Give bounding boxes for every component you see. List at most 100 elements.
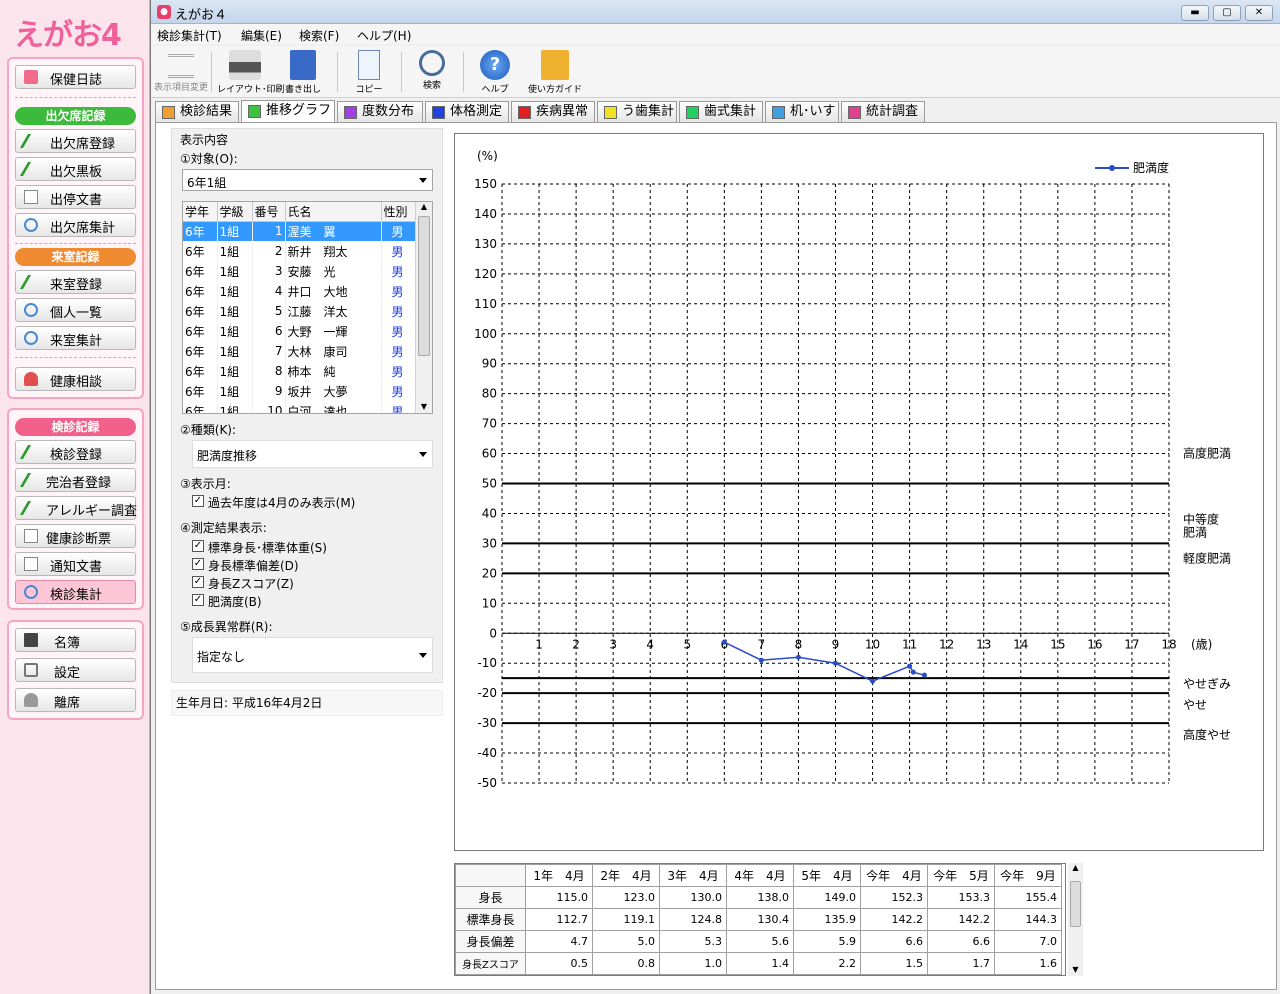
scroll-up-icon[interactable]: ▲: [1068, 863, 1083, 875]
student-row[interactable]: 6年 1組 6 大野 一輝男: [183, 321, 416, 341]
tab-physique[interactable]: 体格測定: [425, 101, 509, 123]
chevron-down-icon: [419, 452, 427, 457]
legend-marker: [1109, 165, 1115, 171]
scroll-down-icon[interactable]: ▼: [1068, 965, 1083, 974]
student-row[interactable]: 6年 1組 3 安藤 光男: [183, 261, 416, 281]
health-consult-button[interactable]: 健康相談: [15, 367, 136, 391]
visit-register-button[interactable]: 来室登録: [15, 270, 136, 294]
tab-desk-chair[interactable]: 机･いす: [765, 101, 839, 123]
list-scrollbar[interactable]: ▲ ▼: [415, 202, 432, 413]
allergy-survey-button[interactable]: アレルギー調査: [15, 496, 137, 520]
growth-select[interactable]: 指定なし: [192, 637, 433, 673]
help-button[interactable]: ? ヘルプ: [467, 50, 523, 96]
grade-cell: 6年: [183, 281, 218, 301]
magnifier-icon: [24, 331, 38, 345]
health-diary-button[interactable]: 保健日誌: [15, 65, 136, 89]
visit-summary-button[interactable]: 来室集計: [15, 326, 136, 350]
student-row[interactable]: 6年 1組 8 柿本 純男: [183, 361, 416, 381]
sidebar-group-diary: 保健日誌 出欠席記録 出欠席登録 出欠黒板 出停文書 出欠席集計 来室記録 来室…: [7, 57, 144, 399]
suspension-doc-button[interactable]: 出停文書: [15, 185, 136, 209]
column-header[interactable]: 番号: [252, 202, 286, 222]
value-cell: 2.2: [793, 952, 861, 975]
book-icon: [24, 633, 38, 647]
past-april-only-checkbox[interactable]: ✓ 過去年度は4月のみ表示(M): [192, 494, 355, 511]
sex-cell: 男: [381, 341, 416, 361]
scroll-down-icon[interactable]: ▼: [416, 402, 432, 411]
menu-search[interactable]: 検索(F): [299, 27, 339, 44]
student-row[interactable]: 6年 1組 5 江藤 洋太男: [183, 301, 416, 321]
tab-caries[interactable]: う歯集計: [597, 101, 677, 123]
student-row[interactable]: 6年 1組 1 渥美 翼男: [183, 221, 416, 241]
tab-frequency[interactable]: 度数分布: [337, 101, 423, 123]
tab-trend-graph[interactable]: 推移グラフ: [241, 100, 335, 123]
column-header[interactable]: 性別: [381, 202, 416, 222]
sex-cell: 男: [381, 261, 416, 281]
restore-button[interactable]: ▢: [1213, 5, 1241, 21]
menu-exam-summary[interactable]: 検診集計(T): [157, 27, 222, 44]
guide-icon: [541, 50, 569, 80]
display-items-button[interactable]: 表示項目変更: [153, 50, 209, 96]
column-header[interactable]: 学年: [183, 202, 218, 222]
target-select[interactable]: 6年1組: [182, 169, 433, 191]
grade-cell: 6年: [183, 361, 218, 381]
y-tick-label: 100: [474, 327, 497, 341]
sex-cell: 男: [381, 301, 416, 321]
health-record-button[interactable]: 健康診断票: [15, 524, 136, 548]
student-list[interactable]: 学年 学級 番号 氏名 性別 6年 1組 1 渥美 翼男 6年 1組 2 新井 翔太男 6年 1組…: [182, 201, 433, 414]
value-cell: 1.5: [860, 952, 928, 975]
tab-exam-results[interactable]: 検診結果: [155, 101, 239, 123]
scroll-thumb[interactable]: [418, 216, 430, 356]
scroll-up-icon[interactable]: ▲: [416, 202, 432, 216]
search-button[interactable]: 検索: [404, 50, 460, 96]
export-button[interactable]: 書き出し: [275, 50, 331, 96]
minimize-button[interactable]: ▬: [1181, 5, 1209, 21]
height-deviation-checkbox[interactable]: ✓ 身長標準偏差(D): [192, 557, 299, 574]
list-icon: [168, 54, 194, 78]
notice-doc-button[interactable]: 通知文書: [15, 552, 136, 576]
cured-register-button[interactable]: 完治者登録: [15, 468, 136, 492]
student-row[interactable]: 6年 1組 10 白河 達也男: [183, 401, 416, 413]
individual-list-button[interactable]: 個人一覧: [15, 298, 136, 322]
student-row[interactable]: 6年 1組 9 坂井 大夢男: [183, 381, 416, 401]
student-row[interactable]: 6年 1組 2 新井 翔太男: [183, 241, 416, 261]
class-cell: 1組: [217, 301, 253, 321]
guide-button[interactable]: 使い方ガイド: [525, 50, 585, 96]
student-row[interactable]: 6年 1組 7 大林 康司男: [183, 341, 416, 361]
copy-button[interactable]: コピー: [341, 50, 397, 96]
check-icon: ✓: [192, 495, 204, 507]
row-header: 標準身長: [455, 908, 526, 931]
layout-print-button[interactable]: レイアウト･印刷: [217, 50, 285, 96]
column-header[interactable]: 学級: [217, 202, 253, 222]
height-zscore-checkbox[interactable]: ✓ 身長Zスコア(Z): [192, 575, 294, 592]
number-cell: 10: [252, 401, 286, 413]
measurement-table-header: 1年 4月 2年 4月 3年 4月 4年 4月 5年 4月 今年 4月 今年 5月 今年 9月: [455, 864, 1062, 887]
tab-disease[interactable]: 疾病異常: [511, 101, 595, 123]
table-scrollbar[interactable]: ▲ ▼: [1068, 863, 1083, 976]
standard-height-weight-checkbox[interactable]: ✓ 標準身長･標準体重(S): [192, 539, 327, 556]
exam-register-button[interactable]: 検診登録: [15, 440, 136, 464]
y-tick-label: 50: [482, 477, 497, 491]
divider: [15, 357, 136, 358]
settings-button[interactable]: 設定: [15, 658, 136, 682]
exam-summary-button[interactable]: 検診集計: [15, 580, 136, 604]
attendance-summary-button[interactable]: 出欠席集計: [15, 213, 136, 237]
leave-seat-button[interactable]: 離席: [15, 688, 136, 712]
y-tick-label: 10: [482, 596, 497, 610]
attendance-register-button[interactable]: 出欠席登録: [15, 129, 136, 153]
close-button[interactable]: ✕: [1245, 5, 1273, 21]
name-cell: 白河 達也: [285, 401, 382, 413]
threshold-label: 軽度肥満: [1183, 550, 1231, 565]
attendance-board-button[interactable]: 出欠黒板: [15, 157, 136, 181]
obesity-checkbox[interactable]: ✓ 肥満度(B): [192, 593, 262, 610]
scroll-thumb[interactable]: [1070, 881, 1081, 927]
menu-help[interactable]: ヘルプ(H): [357, 27, 411, 44]
tab-dental[interactable]: 歯式集計: [679, 101, 763, 123]
number-cell: 6: [252, 321, 286, 341]
student-row[interactable]: 6年 1組 4 井口 大地男: [183, 281, 416, 301]
roster-button[interactable]: 名簿: [15, 628, 136, 652]
menu-edit[interactable]: 編集(E): [241, 27, 282, 44]
tab-statistics[interactable]: 統計調査: [841, 101, 925, 123]
magnifier-icon: [24, 218, 38, 232]
column-header[interactable]: 氏名: [285, 202, 382, 222]
kind-select[interactable]: 肥満度推移: [192, 440, 433, 468]
